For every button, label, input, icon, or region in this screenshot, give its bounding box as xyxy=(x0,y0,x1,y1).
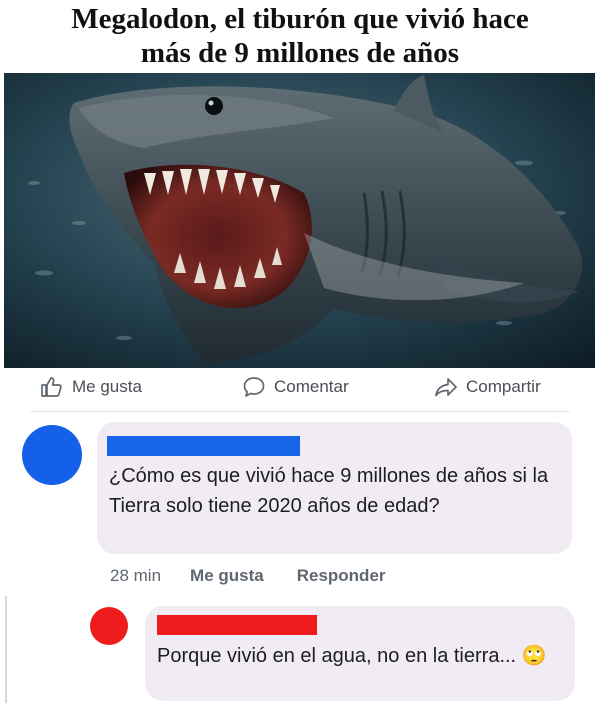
speech-bubble-icon xyxy=(242,375,266,399)
comment-button[interactable]: Comentar xyxy=(242,374,349,400)
comment-reply-link[interactable]: Responder xyxy=(297,566,386,586)
headline-line-1: Megalodon, el tiburón que vivió hace xyxy=(71,3,529,35)
comment-timestamp: 28 min xyxy=(110,566,162,585)
like-button[interactable]: Me gusta xyxy=(40,374,142,400)
reply-text-block: Porque vivió en el agua, no en la tierra… xyxy=(157,641,557,671)
share-arrow-icon xyxy=(434,375,458,399)
post-action-bar: Me gusta Comentar Compartir xyxy=(0,370,600,404)
share-button-label: Compartir xyxy=(466,377,541,396)
like-button-label: Me gusta xyxy=(72,377,142,396)
share-button[interactable]: Compartir xyxy=(434,374,541,400)
thumbs-up-icon xyxy=(40,375,64,399)
megalodon-photo[interactable] xyxy=(4,73,595,368)
comment-meta: 28 min Me gusta Responder xyxy=(110,562,386,590)
reply-thread-line xyxy=(5,596,7,703)
redacted-replier-name[interactable] xyxy=(157,615,317,635)
avatar[interactable] xyxy=(22,425,82,485)
reply-text: Porque vivió en el agua, no en la tierra… xyxy=(157,645,517,667)
redacted-commenter-name[interactable] xyxy=(107,436,300,456)
comment-like-link[interactable]: Me gusta xyxy=(190,566,264,586)
comment-button-label: Comentar xyxy=(274,377,349,396)
reply-avatar[interactable] xyxy=(90,607,128,645)
post-headline: Megalodon, el tiburón que vivió hace más… xyxy=(0,2,600,70)
headline-line-2: más de 9 millones de años xyxy=(140,37,460,69)
eye-roll-emoji-icon: 🙄 xyxy=(521,645,547,667)
shark-illustration xyxy=(4,73,595,368)
comment-text: ¿Cómo es que vivió hace 9 millones de añ… xyxy=(109,465,549,517)
photo-action-divider xyxy=(30,411,570,412)
